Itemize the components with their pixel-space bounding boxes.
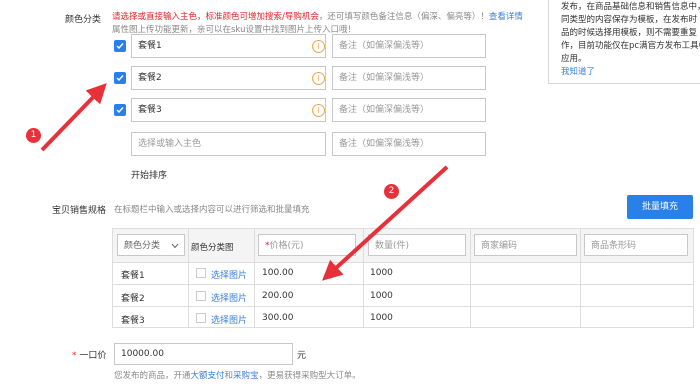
annotation-marker-2: 2 — [384, 184, 399, 199]
annotation-arrow-1 — [40, 83, 107, 152]
annotation-overlay — [40, 83, 449, 281]
annotation-marker-1: 1 — [26, 128, 41, 143]
annotation-arrow-2 — [322, 165, 449, 281]
